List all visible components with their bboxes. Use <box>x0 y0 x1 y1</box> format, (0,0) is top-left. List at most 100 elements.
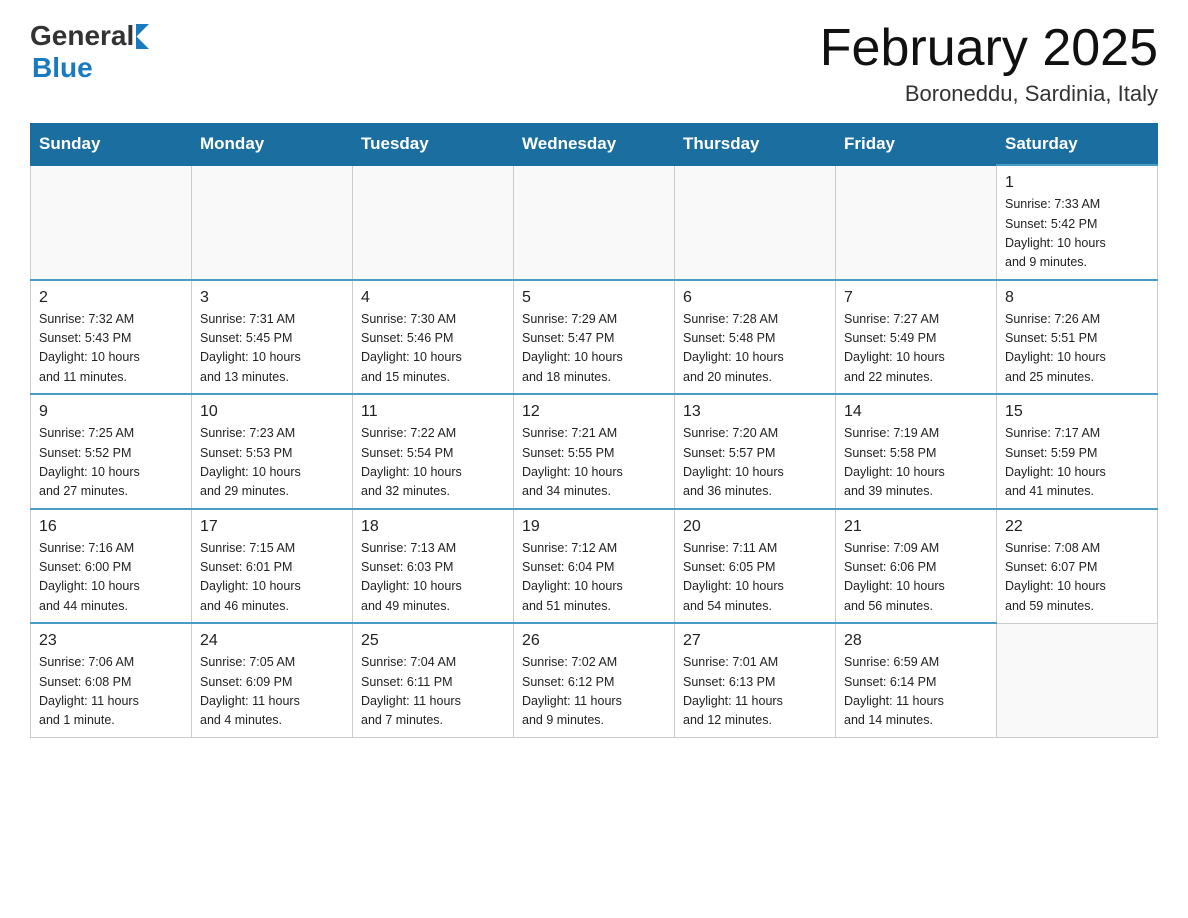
title-block: February 2025 Boroneddu, Sardinia, Italy <box>820 20 1158 107</box>
day-info: Sunrise: 7:32 AM Sunset: 5:43 PM Dayligh… <box>39 310 183 388</box>
day-number: 16 <box>39 518 183 536</box>
table-row <box>192 165 353 280</box>
day-info: Sunrise: 7:31 AM Sunset: 5:45 PM Dayligh… <box>200 310 344 388</box>
calendar-header-row: Sunday Monday Tuesday Wednesday Thursday… <box>31 124 1158 166</box>
day-info: Sunrise: 7:25 AM Sunset: 5:52 PM Dayligh… <box>39 424 183 502</box>
table-row: 12 Sunrise: 7:21 AM Sunset: 5:55 PM Dayli… <box>514 394 675 509</box>
col-tuesday: Tuesday <box>353 124 514 166</box>
col-sunday: Sunday <box>31 124 192 166</box>
calendar-week-row: 2 Sunrise: 7:32 AM Sunset: 5:43 PM Daylig… <box>31 280 1158 395</box>
day-info: Sunrise: 7:30 AM Sunset: 5:46 PM Dayligh… <box>361 310 505 388</box>
table-row: 26 Sunrise: 7:02 AM Sunset: 6:12 PM Dayli… <box>514 623 675 737</box>
table-row: 17 Sunrise: 7:15 AM Sunset: 6:01 PM Dayli… <box>192 509 353 624</box>
day-number: 4 <box>361 289 505 307</box>
day-number: 20 <box>683 518 827 536</box>
table-row: 21Sunrise: 7:09 AM Sunset: 6:06 PM Dayli… <box>836 509 997 624</box>
day-info: Sunrise: 7:27 AM Sunset: 5:49 PM Dayligh… <box>844 310 988 388</box>
day-info: Sunrise: 7:22 AM Sunset: 5:54 PM Dayligh… <box>361 424 505 502</box>
table-row <box>31 165 192 280</box>
day-number: 6 <box>683 289 827 307</box>
day-number: 12 <box>522 403 666 421</box>
col-wednesday: Wednesday <box>514 124 675 166</box>
day-number: 8 <box>1005 289 1149 307</box>
day-info: Sunrise: 7:13 AM Sunset: 6:03 PM Dayligh… <box>361 539 505 617</box>
calendar-week-row: 1Sunrise: 7:33 AM Sunset: 5:42 PM Daylig… <box>31 165 1158 280</box>
table-row: 9 Sunrise: 7:25 AM Sunset: 5:52 PM Daylig… <box>31 394 192 509</box>
day-number: 15 <box>1005 403 1149 421</box>
col-monday: Monday <box>192 124 353 166</box>
day-number: 2 <box>39 289 183 307</box>
day-info: Sunrise: 7:20 AM Sunset: 5:57 PM Dayligh… <box>683 424 827 502</box>
table-row: 1Sunrise: 7:33 AM Sunset: 5:42 PM Daylig… <box>997 165 1158 280</box>
day-number: 22 <box>1005 518 1149 536</box>
day-info: Sunrise: 7:26 AM Sunset: 5:51 PM Dayligh… <box>1005 310 1149 388</box>
day-info: Sunrise: 7:16 AM Sunset: 6:00 PM Dayligh… <box>39 539 183 617</box>
day-number: 19 <box>522 518 666 536</box>
day-info: Sunrise: 7:15 AM Sunset: 6:01 PM Dayligh… <box>200 539 344 617</box>
day-number: 7 <box>844 289 988 307</box>
day-number: 13 <box>683 403 827 421</box>
day-number: 26 <box>522 632 666 650</box>
day-info: Sunrise: 7:01 AM Sunset: 6:13 PM Dayligh… <box>683 653 827 731</box>
day-number: 14 <box>844 403 988 421</box>
day-info: Sunrise: 7:29 AM Sunset: 5:47 PM Dayligh… <box>522 310 666 388</box>
table-row: 22 Sunrise: 7:08 AM Sunset: 6:07 PM Dayli… <box>997 509 1158 624</box>
col-saturday: Saturday <box>997 124 1158 166</box>
day-number: 21 <box>844 518 988 536</box>
day-number: 27 <box>683 632 827 650</box>
day-number: 10 <box>200 403 344 421</box>
table-row: 23 Sunrise: 7:06 AM Sunset: 6:08 PM Dayli… <box>31 623 192 737</box>
table-row: 13 Sunrise: 7:20 AM Sunset: 5:57 PM Dayli… <box>675 394 836 509</box>
table-row <box>997 623 1158 737</box>
table-row: 15 Sunrise: 7:17 AM Sunset: 5:59 PM Dayli… <box>997 394 1158 509</box>
table-row: 6 Sunrise: 7:28 AM Sunset: 5:48 PM Daylig… <box>675 280 836 395</box>
table-row: 3 Sunrise: 7:31 AM Sunset: 5:45 PM Daylig… <box>192 280 353 395</box>
table-row: 11Sunrise: 7:22 AM Sunset: 5:54 PM Dayli… <box>353 394 514 509</box>
table-row: 7 Sunrise: 7:27 AM Sunset: 5:49 PM Daylig… <box>836 280 997 395</box>
table-row <box>836 165 997 280</box>
logo: General Blue <box>30 20 149 84</box>
table-row: 20 Sunrise: 7:11 AM Sunset: 6:05 PM Dayli… <box>675 509 836 624</box>
table-row <box>675 165 836 280</box>
day-info: Sunrise: 7:08 AM Sunset: 6:07 PM Dayligh… <box>1005 539 1149 617</box>
table-row <box>514 165 675 280</box>
day-number: 28 <box>844 632 988 650</box>
location-subtitle: Boroneddu, Sardinia, Italy <box>820 81 1158 107</box>
table-row: 2 Sunrise: 7:32 AM Sunset: 5:43 PM Daylig… <box>31 280 192 395</box>
table-row: 28 Sunrise: 6:59 AM Sunset: 6:14 PM Dayli… <box>836 623 997 737</box>
day-info: Sunrise: 7:23 AM Sunset: 5:53 PM Dayligh… <box>200 424 344 502</box>
day-number: 3 <box>200 289 344 307</box>
table-row: 10 Sunrise: 7:23 AM Sunset: 5:53 PM Dayli… <box>192 394 353 509</box>
day-number: 24 <box>200 632 344 650</box>
day-info: Sunrise: 7:17 AM Sunset: 5:59 PM Dayligh… <box>1005 424 1149 502</box>
day-number: 17 <box>200 518 344 536</box>
day-info: Sunrise: 7:02 AM Sunset: 6:12 PM Dayligh… <box>522 653 666 731</box>
calendar-week-row: 16 Sunrise: 7:16 AM Sunset: 6:00 PM Dayli… <box>31 509 1158 624</box>
table-row: 24Sunrise: 7:05 AM Sunset: 6:09 PM Dayli… <box>192 623 353 737</box>
day-info: Sunrise: 7:21 AM Sunset: 5:55 PM Dayligh… <box>522 424 666 502</box>
logo-general-text: General <box>30 20 134 52</box>
col-thursday: Thursday <box>675 124 836 166</box>
day-info: Sunrise: 7:28 AM Sunset: 5:48 PM Dayligh… <box>683 310 827 388</box>
day-info: Sunrise: 7:12 AM Sunset: 6:04 PM Dayligh… <box>522 539 666 617</box>
table-row: 27 Sunrise: 7:01 AM Sunset: 6:13 PM Dayli… <box>675 623 836 737</box>
day-number: 23 <box>39 632 183 650</box>
calendar-table: Sunday Monday Tuesday Wednesday Thursday… <box>30 123 1158 738</box>
day-info: Sunrise: 7:11 AM Sunset: 6:05 PM Dayligh… <box>683 539 827 617</box>
table-row: 14 Sunrise: 7:19 AM Sunset: 5:58 PM Dayli… <box>836 394 997 509</box>
day-number: 25 <box>361 632 505 650</box>
day-info: Sunrise: 7:33 AM Sunset: 5:42 PM Dayligh… <box>1005 195 1149 273</box>
table-row: 4 Sunrise: 7:30 AM Sunset: 5:46 PM Daylig… <box>353 280 514 395</box>
page-header: General Blue February 2025 Boroneddu, Sa… <box>30 20 1158 107</box>
col-friday: Friday <box>836 124 997 166</box>
table-row: 18Sunrise: 7:13 AM Sunset: 6:03 PM Dayli… <box>353 509 514 624</box>
table-row: 25Sunrise: 7:04 AM Sunset: 6:11 PM Dayli… <box>353 623 514 737</box>
day-number: 9 <box>39 403 183 421</box>
day-number: 5 <box>522 289 666 307</box>
table-row <box>353 165 514 280</box>
day-info: Sunrise: 6:59 AM Sunset: 6:14 PM Dayligh… <box>844 653 988 731</box>
day-info: Sunrise: 7:06 AM Sunset: 6:08 PM Dayligh… <box>39 653 183 731</box>
day-info: Sunrise: 7:19 AM Sunset: 5:58 PM Dayligh… <box>844 424 988 502</box>
table-row: 5 Sunrise: 7:29 AM Sunset: 5:47 PM Daylig… <box>514 280 675 395</box>
table-row: 19 Sunrise: 7:12 AM Sunset: 6:04 PM Dayli… <box>514 509 675 624</box>
